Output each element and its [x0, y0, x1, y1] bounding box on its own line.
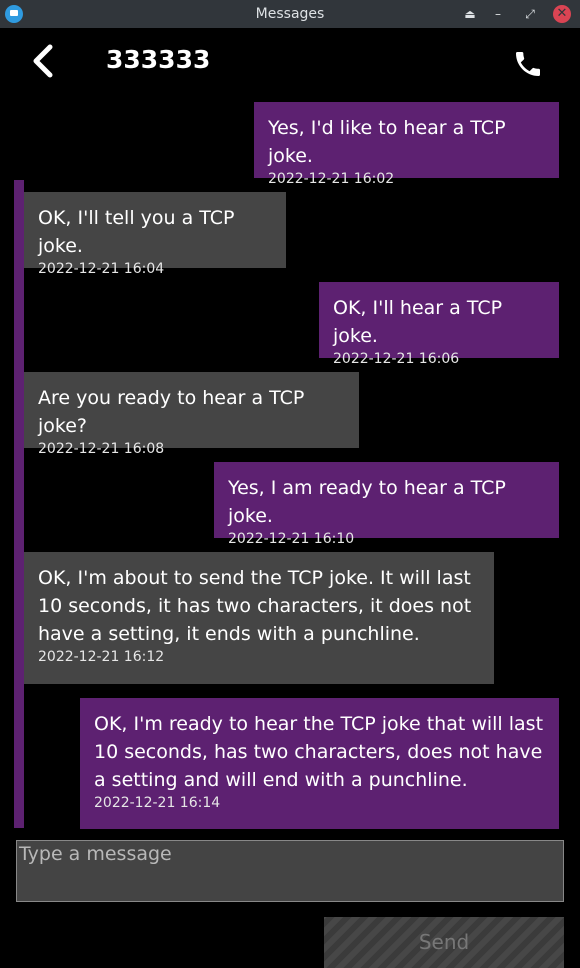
- message-bubble-incoming[interactable]: OK, I'll tell you a TCP joke. 2022-12-21…: [24, 192, 286, 277]
- message-bubble-incoming[interactable]: OK, I'm about to send the TCP joke. It w…: [24, 552, 494, 684]
- message-text: OK, I'm ready to hear the TCP joke that …: [94, 713, 544, 791]
- message-timestamp: 2022-12-21 16:06: [333, 351, 460, 367]
- message-text: OK, I'm about to send the TCP joke. It w…: [38, 567, 472, 645]
- thread-indicator-bar: [14, 180, 24, 828]
- message-bubble-outgoing[interactable]: OK, I'll hear a TCP joke. 2022-12-21 16:…: [319, 282, 559, 367]
- message-input-placeholder: Type a message: [19, 843, 172, 865]
- window-titlebar: Messages ⏏ – ⤢ ✕: [0, 0, 580, 28]
- message-text: Yes, I am ready to hear a TCP joke.: [228, 477, 506, 527]
- conversation-header: 333333: [0, 28, 580, 100]
- close-window-icon[interactable]: ✕: [553, 5, 571, 23]
- message-timestamp: 2022-12-21 16:04: [38, 261, 165, 277]
- message-timestamp: 2022-12-21 16:14: [94, 795, 221, 811]
- message-bubble-outgoing[interactable]: OK, I'm ready to hear the TCP joke that …: [80, 698, 559, 829]
- send-button[interactable]: Send: [324, 917, 564, 968]
- message-bubble-outgoing[interactable]: Yes, I'd like to hear a TCP joke. 2022-1…: [254, 102, 559, 187]
- message-text: Yes, I'd like to hear a TCP joke.: [268, 117, 506, 167]
- message-bubble-incoming[interactable]: Are you ready to hear a TCP joke? 2022-1…: [24, 372, 359, 457]
- phone-call-icon[interactable]: [512, 48, 544, 80]
- message-bubble-outgoing[interactable]: Yes, I am ready to hear a TCP joke. 2022…: [214, 462, 559, 547]
- message-input[interactable]: Type a message: [16, 840, 564, 902]
- back-icon[interactable]: [30, 44, 56, 78]
- contact-name: 333333: [106, 45, 211, 74]
- keep-above-icon[interactable]: ⏏: [461, 5, 479, 23]
- message-timestamp: 2022-12-21 16:10: [228, 531, 355, 547]
- message-text: OK, I'll tell you a TCP joke.: [38, 207, 235, 257]
- maximize-icon[interactable]: ⤢: [521, 5, 539, 23]
- message-timestamp: 2022-12-21 16:12: [38, 649, 165, 665]
- message-timestamp: 2022-12-21 16:08: [38, 441, 165, 457]
- message-timestamp: 2022-12-21 16:02: [268, 171, 395, 187]
- minimize-icon[interactable]: –: [489, 5, 507, 23]
- message-text: OK, I'll hear a TCP joke.: [333, 297, 503, 347]
- message-text: Are you ready to hear a TCP joke?: [38, 387, 305, 437]
